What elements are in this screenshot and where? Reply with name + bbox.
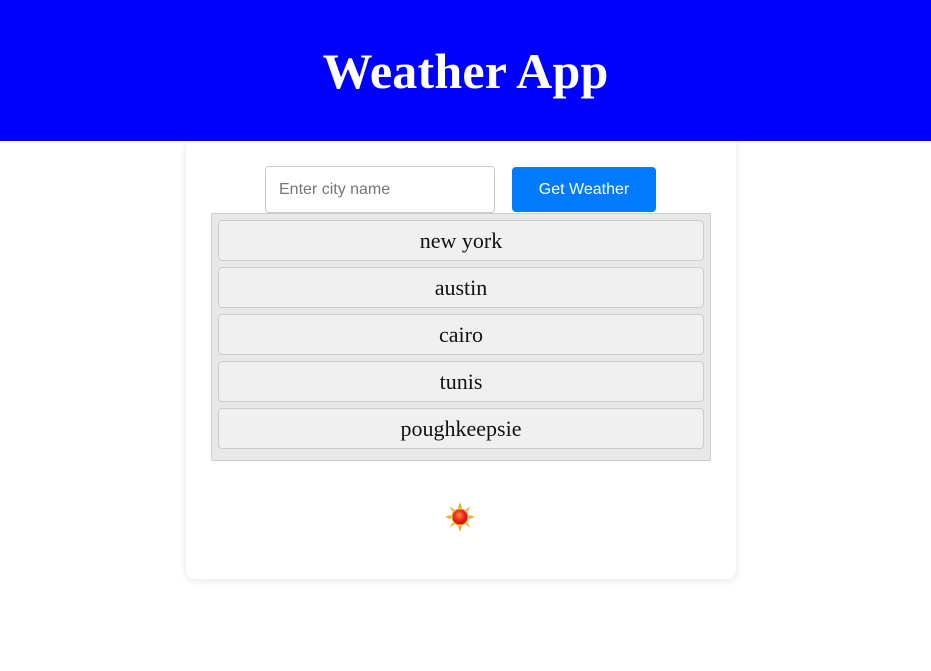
- weather-card: Get Weather new york austin cairo tunis …: [186, 141, 736, 579]
- sun-icon: [445, 502, 475, 532]
- city-suggestion-tunis[interactable]: tunis: [218, 361, 704, 402]
- city-suggestion-cairo[interactable]: cairo: [218, 314, 704, 355]
- app-header: Weather App: [0, 0, 931, 141]
- search-row: Get Weather: [265, 166, 656, 213]
- city-suggestion-poughkeepsie[interactable]: poughkeepsie: [218, 408, 704, 449]
- city-search-input[interactable]: [265, 166, 495, 213]
- city-suggestion-austin[interactable]: austin: [218, 267, 704, 308]
- app-title: Weather App: [322, 42, 609, 99]
- get-weather-button[interactable]: Get Weather: [512, 167, 656, 212]
- city-suggestion-new-york[interactable]: new york: [218, 220, 704, 261]
- city-suggestion-list: new york austin cairo tunis poughkeepsie: [211, 213, 711, 461]
